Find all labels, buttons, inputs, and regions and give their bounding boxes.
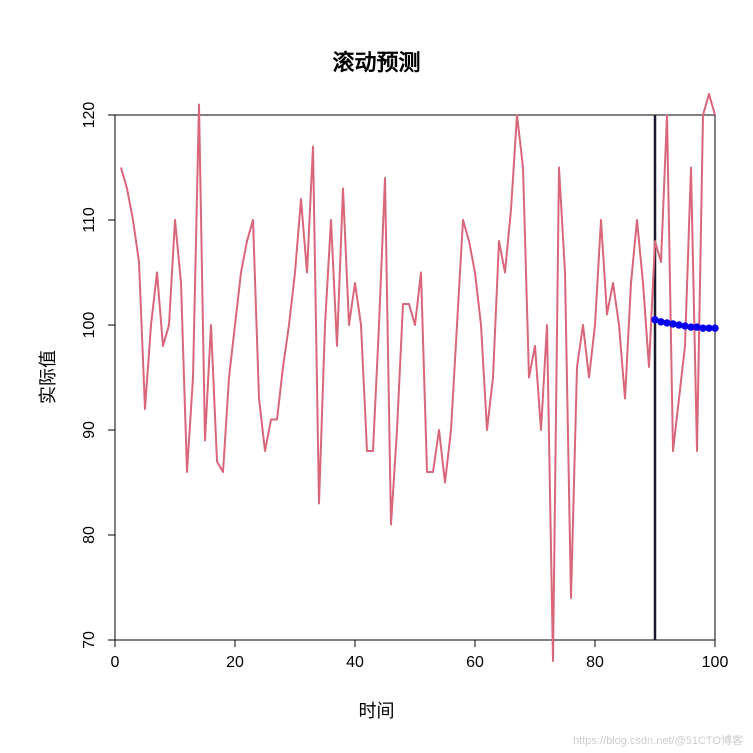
svg-text:100: 100 (81, 312, 98, 339)
svg-text:110: 110 (81, 207, 98, 233)
svg-text:70: 70 (81, 631, 98, 649)
svg-text:90: 90 (81, 421, 98, 439)
svg-text:40: 40 (346, 654, 364, 671)
svg-text:80: 80 (586, 654, 604, 671)
chart-plot: 0 20 40 60 80 100 70 80 90 100 110 120 (0, 0, 753, 753)
chart-container: 滚动预测 实际值 时间 020406080100708090100110120 … (0, 0, 753, 753)
svg-text:0: 0 (111, 654, 120, 671)
svg-text:60: 60 (466, 654, 484, 671)
svg-text:80: 80 (81, 526, 98, 544)
svg-text:100: 100 (702, 654, 729, 671)
svg-text:20: 20 (226, 654, 244, 671)
watermark-text: https://blog.csdn.net/@51CTO博客 (573, 732, 743, 748)
svg-text:120: 120 (81, 102, 98, 129)
